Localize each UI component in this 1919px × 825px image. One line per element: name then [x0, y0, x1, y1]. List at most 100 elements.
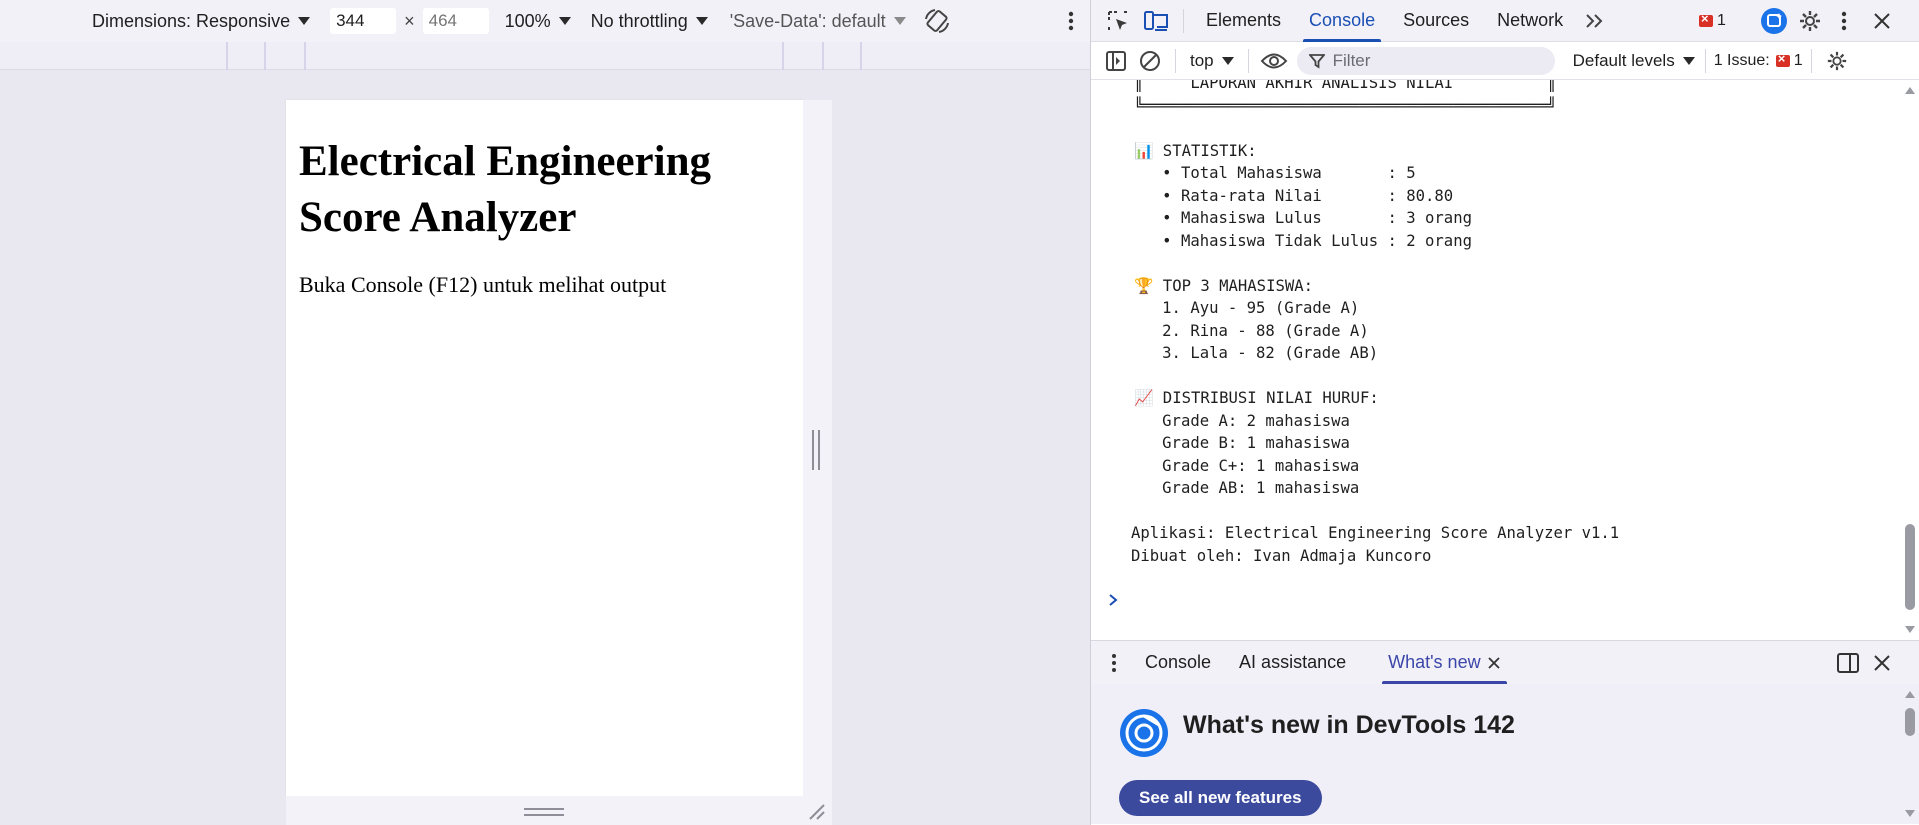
media-query-bar[interactable] [0, 42, 1090, 70]
dimensions-dropdown[interactable]: Dimensions: Responsive [92, 10, 311, 32]
console-line: Grade B: 1 mahasiswa [1134, 434, 1350, 452]
device-toolbar: Dimensions: Responsive × 100% No throttl… [0, 0, 1090, 42]
zoom-dropdown[interactable]: 100% [505, 11, 571, 32]
clear-console-button[interactable] [1133, 44, 1167, 78]
dock-side-icon [1837, 653, 1859, 673]
rotate-icon [924, 9, 949, 33]
whats-new-panel: What's new in DevTools 142 See all new f… [1091, 684, 1919, 824]
save-data-dropdown[interactable]: 'Save-Data': default [730, 11, 906, 32]
more-tabs-button[interactable] [1577, 4, 1611, 38]
save-data-label: 'Save-Data': default [729, 10, 886, 31]
inspect-cursor-icon [1108, 10, 1127, 30]
error-icon [1699, 11, 1713, 27]
tab-network[interactable]: Network [1483, 0, 1577, 42]
device-emulation-pane: Dimensions: Responsive × 100% No throttl… [0, 0, 1090, 825]
whats-new-title: What's new in DevTools 142 [1183, 711, 1515, 739]
console-line: ╚═══════════════════════════════════════… [1134, 96, 1557, 115]
devtools-menu-button[interactable] [1827, 4, 1861, 38]
device-more-button[interactable] [1054, 4, 1088, 38]
issues-label: 1 Issue: [1713, 51, 1770, 69]
issues-button[interactable]: 1 Issue: 1 [1713, 51, 1803, 70]
error-count: 1 [1717, 12, 1726, 29]
close-devtools-button[interactable] [1865, 4, 1899, 38]
console-toolbar: top Filter Default levels 1 Issue: 1 [1091, 42, 1919, 80]
ai-assistant-icon [1761, 8, 1787, 34]
ai-assistant-button[interactable] [1757, 4, 1791, 38]
close-drawer-button[interactable] [1865, 646, 1899, 680]
throttling-label: No throttling [590, 10, 688, 31]
error-counter[interactable]: 1 [1699, 11, 1726, 30]
tab-label: Sources [1403, 10, 1470, 30]
drawer-menu-button[interactable] [1097, 646, 1131, 680]
gear-icon [1800, 11, 1820, 31]
page-text: Buka Console (F12) untuk melihat output [299, 272, 667, 297]
console-settings-button[interactable] [1820, 44, 1854, 78]
sidebar-toggle-button[interactable] [1099, 44, 1133, 78]
eye-icon [1260, 53, 1288, 68]
console-scrollbar[interactable] [1901, 80, 1919, 640]
close-icon [1874, 655, 1890, 671]
console-line: • Rata-rata Nilai : 80.80 [1134, 186, 1454, 205]
page-title: Electrical Engineering Score Analyzer [299, 138, 712, 241]
device-toggle-button[interactable] [1139, 4, 1173, 38]
emulated-page: Electrical Engineering Score Analyzer Bu… [286, 100, 803, 796]
chevron-down-icon [893, 17, 906, 25]
filter-icon [1308, 53, 1325, 69]
drawer-tab-whats-new[interactable]: What's new [1374, 642, 1514, 684]
tab-label: AI assistance [1239, 652, 1347, 672]
console-line: 2. Rina - 88 (Grade A) [1134, 321, 1369, 340]
console-line: • Mahasiswa Lulus : 3 orang [1134, 209, 1472, 227]
corner-resize-icon[interactable] [808, 803, 826, 821]
height-resize-handle[interactable] [524, 808, 564, 816]
chevron-down-icon [1682, 56, 1695, 65]
console-line: 3. Lala - 82 (Grade AB) [1134, 344, 1379, 362]
times-sign: × [404, 10, 415, 31]
console-line: Grade AB: 1 mahasiswa [1134, 479, 1360, 497]
settings-button[interactable] [1793, 4, 1827, 38]
log-levels-dropdown[interactable]: Default levels [1573, 51, 1695, 71]
sidebar-icon [1106, 50, 1126, 71]
live-expression-button[interactable] [1257, 44, 1291, 78]
whats-new-scrollbar[interactable] [1901, 684, 1919, 824]
dock-drawer-button[interactable] [1831, 646, 1865, 680]
console-line: 1. Ayu - 95 (Grade A) [1134, 299, 1360, 317]
console-output[interactable]: ║ LAPORAN AKHIR ANALISIS NILAI ║ ╚═══════… [1091, 80, 1919, 640]
width-input[interactable] [330, 8, 397, 34]
close-icon [1874, 13, 1890, 29]
filter-input[interactable]: Filter [1296, 46, 1555, 75]
context-label: top [1190, 50, 1214, 70]
throttling-dropdown[interactable]: No throttling [591, 11, 708, 32]
devtools-main-tabs: Elements Console Sources Network 1 [1091, 0, 1919, 42]
see-all-features-button[interactable]: See all new features [1119, 780, 1322, 816]
console-line: Grade A: 2 mahasiswa [1134, 411, 1350, 430]
close-tab-icon[interactable] [1487, 656, 1501, 670]
drawer-tab-console[interactable]: Console [1131, 642, 1225, 684]
console-line: • Mahasiswa Tidak Lulus : 2 orang [1134, 231, 1472, 250]
rotate-button[interactable] [920, 4, 954, 38]
tab-elements[interactable]: Elements [1192, 0, 1295, 42]
tab-label: Elements [1206, 10, 1282, 30]
gear-icon [1827, 51, 1846, 70]
context-selector[interactable]: top [1190, 51, 1234, 71]
width-resize-handle[interactable] [812, 430, 820, 470]
tab-sources[interactable]: Sources [1389, 0, 1483, 42]
tab-console[interactable]: Console [1295, 0, 1389, 42]
console-line: Grade C+: 1 mahasiswa [1134, 456, 1360, 475]
console-line: Aplikasi: Electrical Engineering Score A… [1131, 524, 1620, 542]
console-line: Dibuat oleh: Ivan Admaja Kuncoro [1131, 546, 1432, 565]
console-line: ║ LAPORAN AKHIR ANALISIS NILAI ║ [1134, 80, 1557, 92]
dimensions-label: Dimensions: Responsive [92, 10, 291, 31]
chevron-down-icon [695, 17, 708, 25]
more-vertical-icon [1112, 653, 1116, 672]
drawer-tabs: Console AI assistance What's new [1091, 640, 1919, 684]
tab-label: Network [1497, 10, 1564, 30]
height-input[interactable] [422, 8, 489, 34]
console-line: 📊 STATISTIK: [1134, 141, 1257, 160]
drawer-tab-ai-assistance[interactable]: AI assistance [1225, 642, 1360, 684]
prompt-chevron-icon [1109, 594, 1118, 606]
inspect-element-button[interactable] [1101, 4, 1135, 38]
tab-label: Console [1309, 10, 1376, 30]
device-mode-icon [1144, 10, 1168, 31]
clear-icon [1140, 50, 1160, 71]
more-vertical-icon [1841, 11, 1847, 31]
